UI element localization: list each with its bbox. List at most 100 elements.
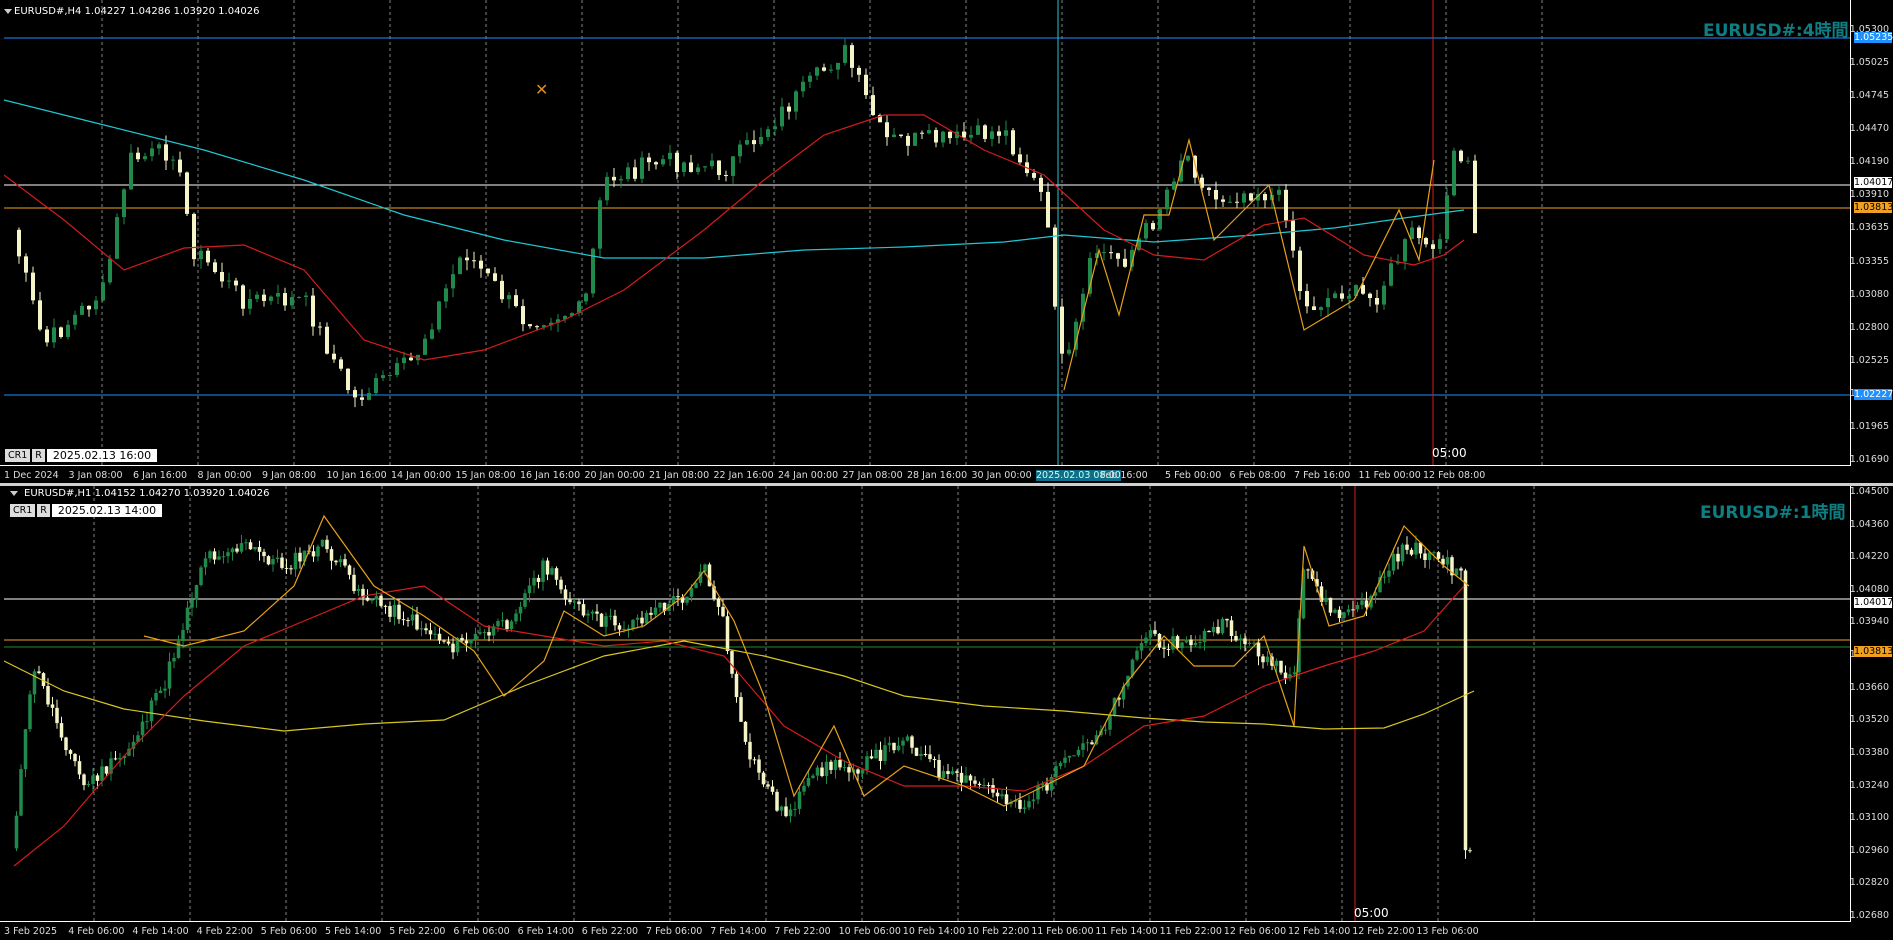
candle-body	[779, 806, 784, 811]
candle-body	[563, 589, 568, 600]
time-label: 1 Dec 2024	[4, 470, 59, 481]
candle-body	[136, 152, 140, 160]
candle-body	[1235, 201, 1239, 203]
candle-body	[635, 617, 640, 620]
candle-body	[276, 293, 280, 297]
cr1-label: CR1	[10, 504, 36, 517]
candle-body	[482, 632, 487, 634]
candle-body	[668, 152, 672, 160]
h1-time-axis[interactable]: 3 Feb 2025 4 Feb 06:00 4 Feb 14:00 4 Feb 22…	[0, 921, 1851, 940]
candle-body	[739, 697, 743, 722]
h1-plot-area[interactable]	[4, 486, 1851, 921]
h4-price-axis[interactable]: 1.05300 1.05025 1.04745 1.04470 1.04190 1.039…	[1850, 0, 1893, 465]
candle-body	[430, 329, 434, 339]
candle-body	[1265, 656, 1270, 663]
candle-body	[1438, 239, 1442, 249]
h4-vline-marker: 05:00	[1432, 446, 1467, 460]
candle-body	[801, 81, 805, 92]
candle-body	[761, 772, 766, 785]
h1-title: EURUSD#:1時間	[1700, 503, 1846, 523]
candle-body	[1249, 193, 1253, 201]
candle-body	[185, 172, 189, 214]
candle-body	[590, 611, 595, 614]
candle-body	[298, 552, 302, 562]
candle-body	[1292, 672, 1297, 675]
candle-body	[757, 759, 761, 773]
candle-body	[150, 148, 154, 157]
time-label: 11 Feb 06:00	[1031, 926, 1094, 937]
candle-body	[1452, 150, 1456, 196]
candle-body	[920, 132, 924, 134]
candle-body	[433, 633, 437, 635]
h4-time-axis[interactable]: 1 Dec 2024 3 Jan 08:00 6 Jan 16:00 8 Jan 00…	[0, 465, 1851, 484]
candle-body	[586, 613, 590, 616]
candle-body	[973, 780, 977, 784]
candle-body	[77, 761, 82, 775]
candle-body	[598, 200, 602, 249]
candle-body	[759, 136, 763, 145]
h1-price-axis[interactable]: 1.04500 1.04360 1.04220 1.04080 1.03940 1.038…	[1850, 486, 1893, 921]
candle-body	[626, 167, 630, 180]
time-label: 14 Jan 00:00	[391, 470, 452, 481]
candle-body	[775, 791, 779, 811]
candle-body	[428, 630, 433, 635]
candle-body	[87, 305, 91, 310]
h4-chart-pane[interactable]: EURUSD#,H4 1.04227 1.04286 1.03920 1.040…	[0, 0, 1893, 483]
candle-body	[1214, 189, 1218, 200]
candle-body	[808, 75, 812, 82]
candle-body	[23, 729, 28, 770]
time-label: 6 Feb 08:00	[1229, 470, 1286, 481]
candle-body	[1076, 749, 1081, 756]
time-label: 8 Jan 00:00	[197, 470, 252, 481]
candle-body	[883, 745, 887, 761]
candle-body	[469, 639, 473, 644]
candle-body	[206, 250, 210, 263]
candle-body	[581, 604, 586, 616]
candle-body	[1000, 794, 1004, 797]
h4-plot-area[interactable]	[4, 0, 1851, 465]
candle-body	[104, 766, 109, 774]
candle-body	[738, 144, 742, 157]
candle-body	[1189, 639, 1193, 646]
candle-body	[239, 543, 244, 552]
candle-body	[595, 611, 599, 614]
candle-body	[885, 122, 889, 138]
candle-body	[874, 749, 878, 759]
collapse-icon[interactable]	[10, 491, 18, 496]
collapse-icon[interactable]	[4, 9, 12, 14]
candle-body	[115, 217, 119, 259]
candle-body	[280, 557, 284, 568]
candle-body	[465, 257, 469, 261]
candle-body	[73, 753, 77, 762]
price-tick: 1.03910	[1849, 189, 1889, 201]
candle-body	[843, 45, 847, 63]
candle-body	[1333, 609, 1337, 613]
candle-body	[1067, 755, 1072, 758]
candle-body	[460, 637, 464, 641]
candle-body	[995, 792, 1000, 797]
candle-body	[1243, 638, 1247, 644]
candle-body	[527, 585, 532, 594]
time-label: 4 Feb 14:00	[132, 926, 189, 937]
candle-body	[1396, 553, 1400, 562]
candle-body	[235, 548, 239, 552]
candle-body	[1032, 173, 1036, 178]
candle-body	[226, 552, 230, 557]
candle-body	[1431, 244, 1435, 249]
time-label: 6 Feb 14:00	[517, 926, 574, 937]
candle-body	[748, 741, 752, 760]
time-label: 12 Feb 22:00	[1352, 926, 1415, 937]
h1-chart-pane[interactable]: EURUSD#,H1 1.04152 1.04270 1.03920 1.040…	[0, 486, 1893, 939]
candle-body	[887, 742, 892, 746]
candle-body	[1207, 630, 1211, 633]
candle-body	[1225, 618, 1229, 621]
ma-slow-line	[4, 99, 1465, 259]
candle-body	[332, 353, 336, 360]
candle-body	[644, 612, 649, 624]
candle-body	[1067, 349, 1071, 354]
candle-body	[1144, 223, 1148, 239]
price-tag-white: 1.04017	[1854, 597, 1893, 608]
candle-body	[409, 357, 413, 361]
candle-body	[1355, 604, 1360, 610]
candle-body	[1346, 609, 1351, 613]
